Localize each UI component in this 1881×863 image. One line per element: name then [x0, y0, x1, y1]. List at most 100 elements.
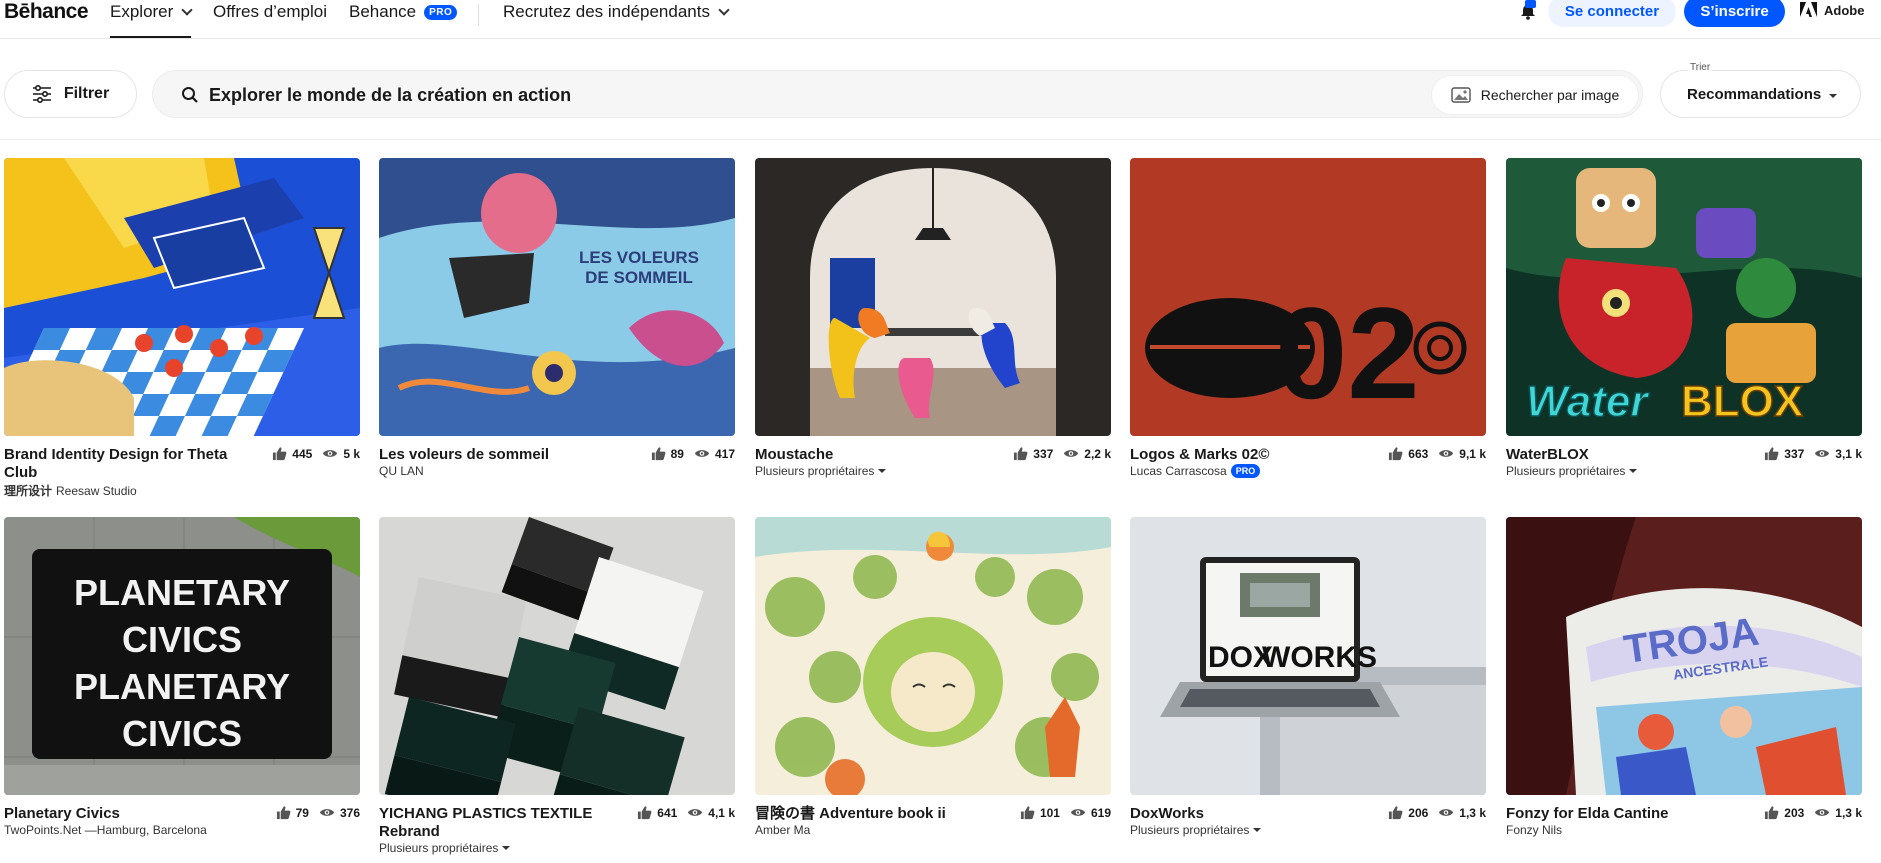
behance-logo[interactable]: Bēhance — [4, 0, 89, 24]
project-stats: 203 1,3 k — [1764, 805, 1862, 820]
nav-jobs[interactable]: Offres d’emploi — [213, 2, 327, 22]
adobe-logo-icon — [1800, 2, 1817, 17]
project-card[interactable]: Brand Identity Design for Theta Club 理所设… — [4, 158, 360, 498]
search-bar: Rechercher par image — [152, 70, 1643, 118]
artwork-title-water: Water — [1526, 377, 1650, 426]
project-owner[interactable]: QU LAN — [379, 464, 424, 478]
project-card[interactable]: LES VOLEURS DE SOMMEIL Les voleurs de so… — [379, 158, 735, 478]
artwork-title-line-2: DE SOMMEIL — [585, 268, 693, 287]
project-title[interactable]: Moustache — [755, 446, 985, 464]
owner-name: Plusieurs propriétaires — [1130, 823, 1250, 837]
eye-icon — [1070, 807, 1086, 818]
owner-name: Plusieurs propriétaires — [379, 841, 499, 855]
likes-count: 203 — [1784, 805, 1805, 820]
thumbs-up-icon — [637, 805, 652, 820]
likes-count: 206 — [1408, 805, 1429, 820]
project-card[interactable]: PLANETARY CIVICS PLANETARY CIVICS Planet… — [4, 517, 360, 837]
project-thumbnail[interactable] — [4, 158, 360, 436]
project-owner[interactable]: Plusieurs propriétaires — [379, 841, 511, 855]
project-title[interactable]: WaterBLOX — [1506, 446, 1736, 464]
project-thumbnail[interactable]: LES VOLEURS DE SOMMEIL — [379, 158, 735, 436]
views-count: 417 — [714, 446, 735, 461]
project-owner[interactable]: Plusieurs propriétaires — [1130, 823, 1262, 837]
thumbs-up-icon — [272, 446, 287, 461]
project-owner[interactable]: 理所设计 Reesaw Studio — [4, 482, 137, 499]
owner-name: TwoPoints.Net —Hamburg, Barcelona — [4, 823, 207, 837]
project-thumbnail[interactable]: TROJA ANCESTRALE — [1506, 517, 1862, 795]
chevron-down-icon — [181, 3, 193, 16]
thumbs-up-icon — [1013, 446, 1028, 461]
project-stats: 89 417 — [651, 446, 735, 461]
project-card[interactable]: TROJA ANCESTRALE Fonzy for Elda Cantine … — [1506, 517, 1862, 837]
project-card[interactable]: DOX WORKS DoxWorks Plusieurs propriétair… — [1130, 517, 1486, 837]
poster-line-2: CIVICS — [122, 619, 242, 660]
project-thumbnail[interactable] — [379, 517, 735, 795]
project-artwork — [755, 158, 1111, 436]
nav-hire-freelancers[interactable]: Recrutez des indépendants — [503, 2, 730, 22]
thumbs-up-icon — [276, 805, 291, 820]
sort-label: Trier — [1688, 62, 1713, 73]
project-title[interactable]: Les voleurs de sommeil — [379, 446, 609, 464]
eye-icon — [687, 807, 703, 818]
owner-name: Plusieurs propriétaires — [1506, 464, 1626, 478]
project-owner[interactable]: TwoPoints.Net —Hamburg, Barcelona — [4, 823, 207, 837]
project-title[interactable]: Brand Identity Design for Theta Club — [4, 446, 234, 482]
project-thumbnail[interactable] — [755, 517, 1111, 795]
project-owner[interactable]: Plusieurs propriétaires — [1506, 464, 1638, 478]
adobe-link[interactable]: Adobe — [1800, 2, 1864, 18]
nav-hire-label: Recrutez des indépendants — [503, 2, 710, 21]
signup-button[interactable]: S’inscrire — [1684, 0, 1785, 27]
nav-behance-pro[interactable]: Behance PRO — [349, 2, 458, 22]
project-card[interactable]: 冒険の書 Adventure book ii Amber Ma 101 619 — [755, 517, 1111, 837]
thumbs-up-icon — [1020, 805, 1035, 820]
project-artwork: PLANETARY CIVICS PLANETARY CIVICS — [4, 517, 360, 795]
project-title[interactable]: DoxWorks — [1130, 805, 1360, 823]
project-owner[interactable]: Fonzy Nils — [1506, 823, 1562, 837]
project-owner[interactable]: Lucas Carrascosa PRO — [1130, 464, 1261, 478]
project-title[interactable]: 冒険の書 Adventure book ii — [755, 805, 985, 823]
likes-count: 337 — [1784, 446, 1805, 461]
project-card[interactable]: Moustache Plusieurs propriétaires 337 2,… — [755, 158, 1111, 478]
project-card[interactable]: YICHANG PLASTICS TEXTILE Rebrand Plusieu… — [379, 517, 735, 855]
project-thumbnail[interactable]: 02 — [1130, 158, 1486, 436]
project-thumbnail[interactable]: DOX WORKS — [1130, 517, 1486, 795]
project-title[interactable]: Logos & Marks 02© — [1130, 446, 1360, 464]
project-owner[interactable]: Plusieurs propriétaires — [755, 464, 887, 478]
eye-icon — [694, 448, 710, 459]
owner-name: Reesaw Studio — [56, 483, 137, 498]
project-stats: 206 1,3 k — [1388, 805, 1486, 820]
owner-name: Amber Ma — [755, 823, 811, 837]
search-input[interactable] — [209, 81, 1359, 109]
project-title[interactable]: Planetary Civics — [4, 805, 234, 823]
project-owner[interactable]: Amber Ma — [755, 823, 810, 837]
project-thumbnail[interactable]: PLANETARY CIVICS PLANETARY CIVICS — [4, 517, 360, 795]
image-icon — [1451, 87, 1471, 103]
project-card[interactable]: Water BLOX WaterBLOX Plusieurs propriéta… — [1506, 158, 1862, 478]
section-divider — [0, 139, 1881, 140]
nav-divider — [478, 4, 479, 26]
sort-select[interactable]: Recommandations — [1660, 70, 1861, 118]
project-card[interactable]: 02 Logos & Marks 02© Lucas Carrascosa PR… — [1130, 158, 1486, 478]
views-count: 4,1 k — [708, 805, 735, 820]
filter-button[interactable]: Filtrer — [4, 70, 137, 118]
caret-down-icon — [878, 469, 887, 473]
nav-behance-label: Behance — [349, 2, 417, 21]
likes-count: 337 — [1033, 446, 1054, 461]
owner-name: Fonzy Nils — [1506, 823, 1563, 837]
image-search-button[interactable]: Rechercher par image — [1431, 75, 1639, 115]
owner-prefix: 理所设计 — [4, 484, 53, 498]
project-artwork — [755, 517, 1111, 795]
login-button[interactable]: Se connecter — [1548, 0, 1676, 27]
views-count: 9,1 k — [1459, 446, 1486, 461]
project-stats: 663 9,1 k — [1388, 446, 1486, 461]
thumbs-up-icon — [651, 446, 666, 461]
project-thumbnail[interactable] — [755, 158, 1111, 436]
likes-count: 79 — [295, 805, 309, 820]
project-artwork: LES VOLEURS DE SOMMEIL — [379, 158, 735, 436]
project-title[interactable]: Fonzy for Elda Cantine — [1506, 805, 1736, 823]
project-thumbnail[interactable]: Water BLOX — [1506, 158, 1862, 436]
nav-explorer[interactable]: Explorer — [110, 2, 193, 38]
views-count: 1,3 k — [1835, 805, 1862, 820]
project-title[interactable]: YICHANG PLASTICS TEXTILE Rebrand — [379, 805, 609, 841]
views-count: 3,1 k — [1835, 446, 1862, 461]
